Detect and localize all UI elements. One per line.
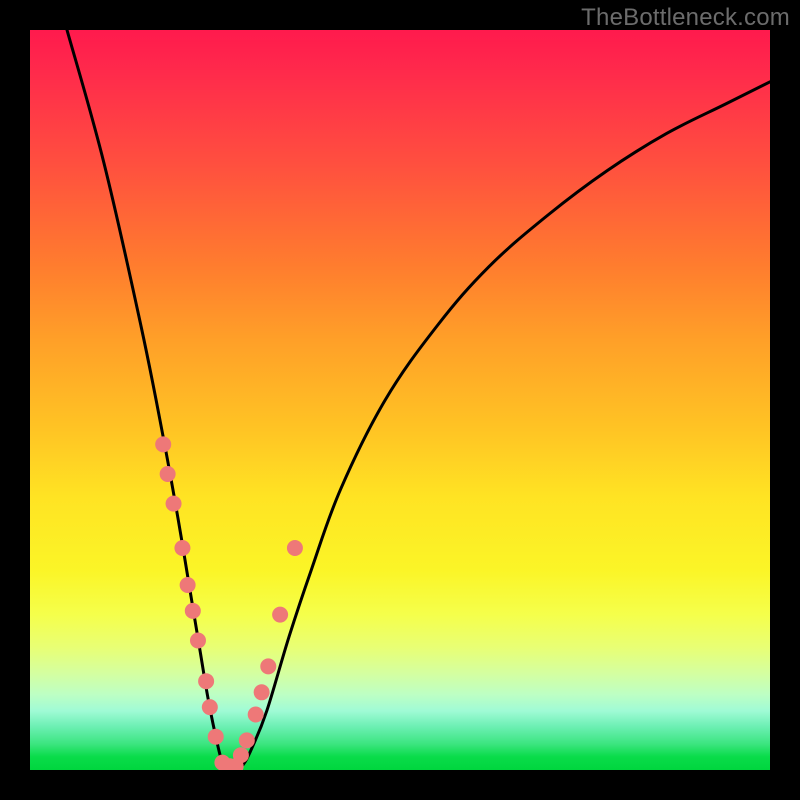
- data-point: [248, 707, 264, 723]
- data-point: [160, 466, 176, 482]
- data-point: [185, 603, 201, 619]
- data-point: [260, 658, 276, 674]
- data-point: [272, 607, 288, 623]
- data-point: [254, 684, 270, 700]
- watermark-text: TheBottleneck.com: [581, 4, 790, 32]
- data-point: [155, 436, 171, 452]
- data-point: [287, 540, 303, 556]
- bottleneck-curve: [67, 30, 770, 770]
- data-point: [180, 577, 196, 593]
- dots-layer: [155, 436, 303, 770]
- data-point: [190, 633, 206, 649]
- data-point: [166, 496, 182, 512]
- chart-svg: [30, 30, 770, 770]
- plot-area: [30, 30, 770, 770]
- data-point: [174, 540, 190, 556]
- data-point: [239, 732, 255, 748]
- chart-frame: TheBottleneck.com: [0, 0, 800, 800]
- curve-layer: [67, 30, 770, 770]
- data-point: [233, 747, 249, 763]
- data-point: [202, 699, 218, 715]
- data-point: [208, 729, 224, 745]
- data-point: [198, 673, 214, 689]
